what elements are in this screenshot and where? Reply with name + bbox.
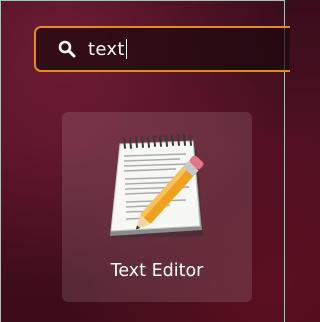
app-label: Text Editor bbox=[110, 261, 204, 281]
text-cursor bbox=[125, 39, 128, 59]
text-editor-icon bbox=[110, 134, 204, 238]
search-icon bbox=[58, 40, 76, 58]
search-input[interactable]: text bbox=[34, 26, 290, 72]
search-query-text: text bbox=[88, 38, 125, 60]
app-result-text-editor[interactable]: Text Editor bbox=[62, 112, 252, 302]
